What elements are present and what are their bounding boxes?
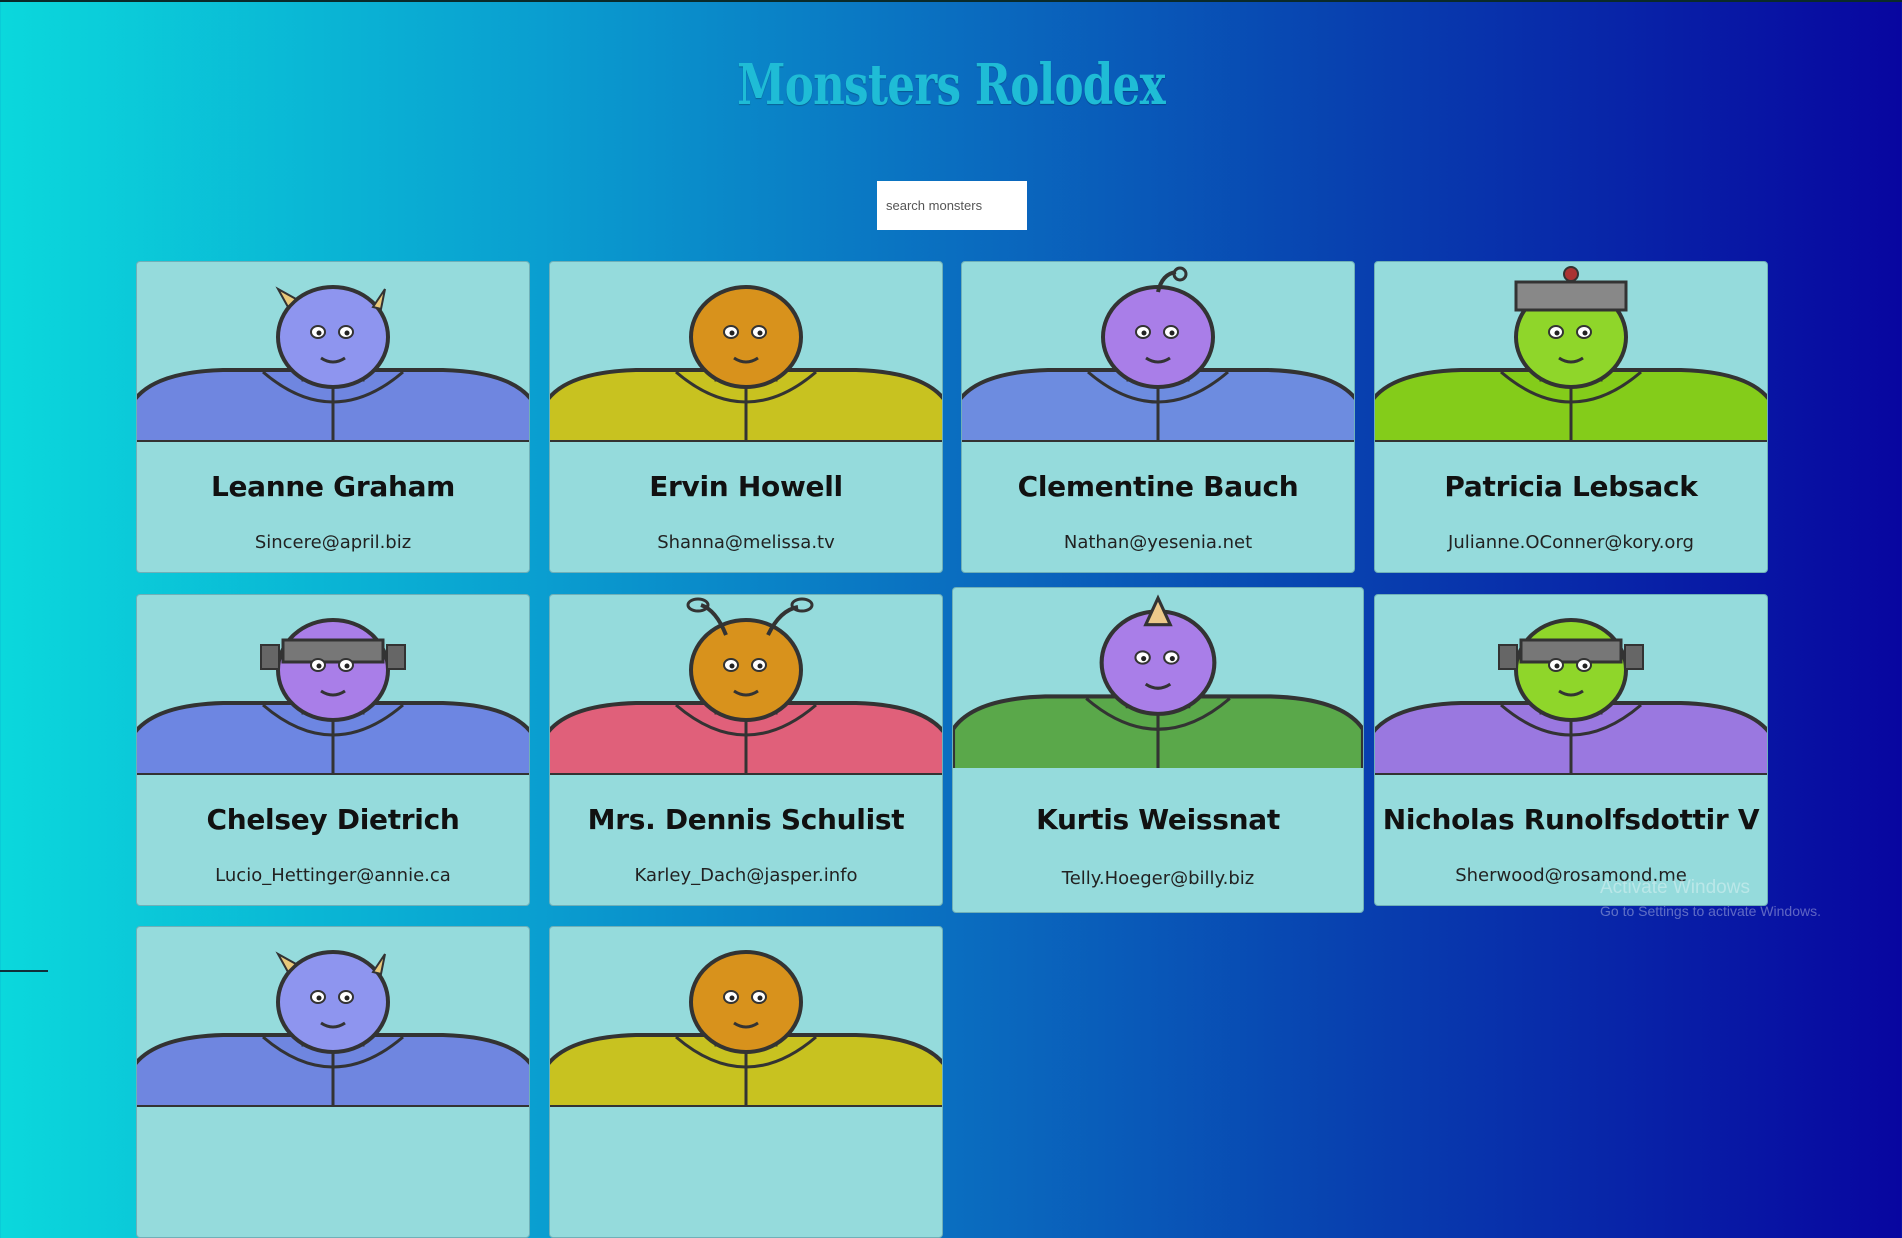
monster-card[interactable]: Mrs. Dennis Schulist Karley_Dach@jasper.i… (549, 594, 943, 906)
monster-card[interactable]: Kurtis Weissnat Telly.Hoeger@billy.biz (952, 587, 1364, 913)
monster-email: Sincere@april.biz (254, 532, 412, 553)
monster-name: Patricia Lebsack (1444, 470, 1698, 503)
monster-card[interactable] (136, 926, 530, 1238)
search-input[interactable] (877, 181, 1027, 230)
monster-image-frame (137, 262, 529, 444)
monster-image (137, 285, 529, 444)
monster-card[interactable]: Nicholas Runolfsdottir V Sherwood@rosamon… (1374, 594, 1768, 906)
monster-image (550, 285, 942, 444)
monster-name: Nicholas Runolfsdottir V (1382, 803, 1760, 836)
monster-image-frame (962, 262, 1354, 444)
monster-image (962, 266, 1354, 444)
monster-email: Telly.Hoeger@billy.biz (1061, 868, 1255, 889)
monster-image-frame (1375, 595, 1767, 777)
monster-email: Karley_Dach@jasper.info (634, 865, 858, 886)
monster-image-frame (550, 595, 942, 777)
monster-image-frame (953, 588, 1363, 773)
monster-name: Ervin Howell (649, 470, 843, 503)
monster-name: Kurtis Weissnat (1036, 803, 1280, 836)
monster-image (953, 594, 1363, 773)
page-title: Monsters Rolodex (737, 52, 1165, 118)
monster-email: Julianne.OConner@kory.org (1448, 532, 1694, 553)
monster-name: Leanne Graham (210, 470, 456, 503)
monster-image-frame (550, 927, 942, 1109)
monster-image-frame (137, 595, 529, 777)
monster-image (550, 950, 942, 1109)
monster-card[interactable]: Chelsey Dietrich Lucio_Hettinger@annie.ca (136, 594, 530, 906)
monster-card[interactable]: Leanne Graham Sincere@april.biz (136, 261, 530, 573)
monster-card[interactable]: Patricia Lebsack Julianne.OConner@kory.or… (1374, 261, 1768, 573)
monster-card[interactable]: Clementine Bauch Nathan@yesenia.net (961, 261, 1355, 573)
activate-windows-subtitle: Go to Settings to activate Windows. (1600, 903, 1821, 919)
top-border (0, 0, 1902, 2)
monster-image-frame (550, 262, 942, 444)
monster-image (137, 618, 529, 777)
monster-email: Nathan@yesenia.net (1063, 532, 1253, 553)
activate-windows-title: Activate Windows (1600, 877, 1750, 898)
monster-image-frame (1375, 262, 1767, 444)
monster-email: Lucio_Hettinger@annie.ca (215, 865, 451, 886)
monster-image (137, 950, 529, 1109)
monster-card[interactable] (549, 926, 943, 1238)
monster-name: Mrs. Dennis Schulist (587, 803, 905, 836)
monster-image-frame (137, 927, 529, 1109)
monster-email: Shanna@melissa.tv (657, 532, 835, 553)
monster-name: Chelsey Dietrich (206, 803, 460, 836)
monster-name: Clementine Bauch (1017, 470, 1299, 503)
monster-card[interactable]: Ervin Howell Shanna@melissa.tv (549, 261, 943, 573)
monster-image (550, 597, 942, 777)
monster-image (1375, 266, 1767, 444)
monster-image (1375, 618, 1767, 777)
